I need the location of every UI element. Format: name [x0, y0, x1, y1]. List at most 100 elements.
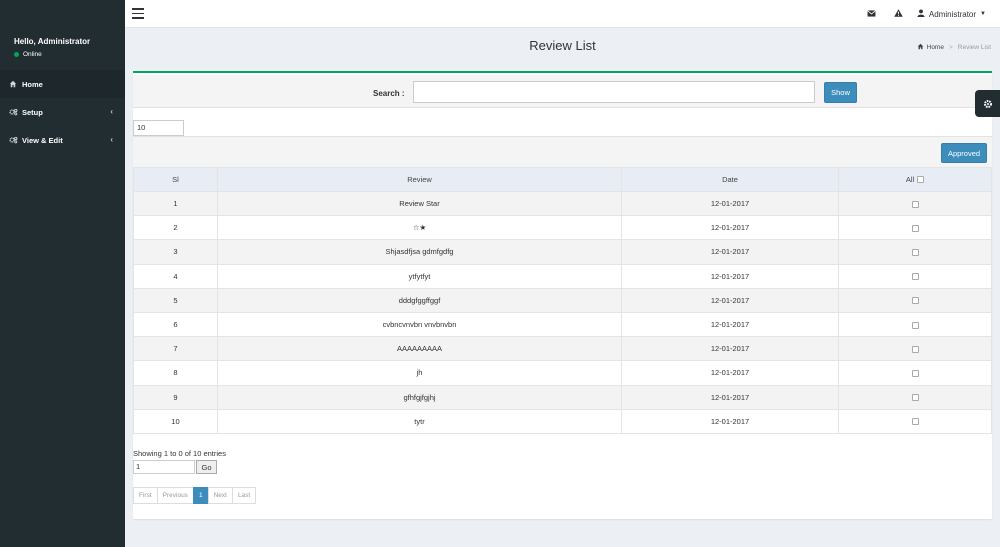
- cell-sl: 8: [133, 360, 218, 386]
- warning-icon[interactable]: [894, 9, 903, 19]
- cell-select: [838, 408, 992, 434]
- review-table: Sl Review Date All 1 Review Star 12-01-201…: [133, 167, 992, 434]
- table-row: 3 Shjasdfjsa gdmfgdfg 12-01-2017: [133, 239, 992, 265]
- cell-sl: 4: [133, 263, 218, 289]
- sidebar-item-setup[interactable]: Setup ‹: [0, 98, 125, 126]
- row-checkbox[interactable]: [911, 418, 919, 426]
- cell-sl: 9: [133, 384, 218, 410]
- cell-date: 12-01-2017: [621, 215, 839, 241]
- status-text: Online: [23, 51, 42, 58]
- cell-review: tytr: [217, 408, 622, 434]
- cell-date: 12-01-2017: [621, 287, 839, 313]
- user-name: Administrator: [928, 9, 977, 19]
- cell-sl: 5: [133, 287, 218, 313]
- home-icon: [8, 80, 18, 88]
- page-title: Review List: [529, 38, 596, 53]
- cell-review: Review Star: [217, 190, 622, 217]
- cogs-icon: [8, 108, 18, 116]
- search-input[interactable]: [413, 81, 815, 103]
- approved-button[interactable]: Approved: [941, 143, 987, 163]
- show-button[interactable]: Show: [824, 82, 857, 103]
- cell-sl: 7: [133, 336, 218, 362]
- page-size-input[interactable]: 10: [133, 120, 184, 136]
- cell-select: [838, 215, 992, 241]
- row-checkbox[interactable]: [911, 345, 919, 353]
- pager-next[interactable]: Next: [207, 487, 233, 504]
- cell-sl: 3: [133, 239, 218, 265]
- settings-gear-icon[interactable]: [975, 90, 1000, 117]
- cell-date: 12-01-2017: [621, 408, 839, 434]
- cell-review: ytfytfyt: [217, 263, 622, 289]
- cell-date: 12-01-2017: [621, 239, 839, 265]
- user-status: Online: [14, 51, 125, 58]
- user-menu[interactable]: Administrator ▼: [917, 9, 986, 19]
- row-checkbox[interactable]: [911, 224, 919, 232]
- user-icon: [917, 9, 925, 19]
- table-row: 2 ☆★ 12-01-2017: [133, 215, 992, 241]
- cell-date: 12-01-2017: [621, 360, 839, 386]
- column-all: All: [838, 167, 992, 192]
- cell-sl: 6: [133, 311, 218, 338]
- user-greeting: Hello, Administrator: [14, 37, 91, 46]
- table-row: 7 AAAAAAAAA 12-01-2017: [133, 336, 992, 362]
- envelope-icon[interactable]: [867, 9, 876, 19]
- go-button[interactable]: Go: [196, 460, 217, 474]
- cell-sl: 10: [133, 408, 218, 434]
- pager-last[interactable]: Last: [231, 487, 257, 504]
- content-header: Review List Home > Review List: [125, 28, 1000, 70]
- row-checkbox[interactable]: [911, 394, 919, 402]
- table-row: 9 gfhfgjfgjhj 12-01-2017: [133, 384, 992, 410]
- caret-down-icon: ▼: [980, 11, 986, 17]
- cell-date: 12-01-2017: [621, 336, 839, 362]
- sidebar-item-home[interactable]: Home: [0, 70, 125, 98]
- row-checkbox[interactable]: [911, 273, 919, 281]
- pagination: First Previous 1 Next Last: [133, 487, 257, 504]
- user-panel: Hello, Administrator Online: [0, 0, 125, 70]
- row-checkbox[interactable]: [911, 321, 919, 329]
- row-checkbox[interactable]: [911, 297, 919, 305]
- sidebar-item-label: Setup: [22, 107, 43, 117]
- table-row: 5 dddgfggffggf 12-01-2017: [133, 287, 992, 313]
- table-header-row: Sl Review Date All: [133, 167, 992, 192]
- row-checkbox[interactable]: [911, 200, 919, 208]
- cell-sl: 2: [133, 215, 218, 241]
- cell-select: [838, 190, 992, 217]
- chevron-left-icon: ‹: [110, 135, 113, 144]
- sidebar: Hello, Administrator Online Home Setup ‹…: [0, 0, 125, 547]
- search-label: Search :: [373, 89, 405, 98]
- cell-date: 12-01-2017: [621, 263, 839, 289]
- entries-summary: Showing 1 to 0 of 10 entries: [133, 449, 226, 458]
- review-list-box: Search : Show 10 Approved Sl Review Date…: [133, 71, 992, 519]
- cell-review: ☆★: [217, 215, 622, 241]
- goto-page-input[interactable]: 1: [133, 460, 195, 474]
- select-all-checkbox[interactable]: [917, 176, 925, 183]
- cell-select: [838, 239, 992, 265]
- sidebar-item-label: View & Edit: [22, 135, 63, 145]
- table-row: 4 ytfytfyt 12-01-2017: [133, 263, 992, 289]
- cell-date: 12-01-2017: [621, 190, 839, 217]
- search-bar: Search : Show: [133, 75, 992, 108]
- cell-review: Shjasdfjsa gdmfgdfg: [217, 239, 622, 265]
- cell-review: dddgfggffggf: [217, 287, 622, 313]
- breadcrumb-home-link[interactable]: Home: [927, 44, 944, 51]
- pager-first[interactable]: First: [133, 487, 158, 504]
- hamburger-menu-icon[interactable]: [132, 8, 144, 19]
- cogs-icon: [8, 136, 18, 144]
- online-dot-icon: [14, 52, 19, 57]
- row-checkbox[interactable]: [911, 369, 919, 377]
- row-checkbox[interactable]: [911, 248, 919, 256]
- cell-review: AAAAAAAAA: [217, 336, 622, 362]
- cell-select: [838, 287, 992, 313]
- column-sl: Sl: [133, 167, 218, 192]
- pager-previous[interactable]: Previous: [156, 487, 194, 504]
- breadcrumb-current: Review List: [957, 44, 991, 51]
- sidebar-item-view-edit[interactable]: View & Edit ‹: [0, 126, 125, 154]
- cell-select: [838, 311, 992, 338]
- cell-select: [838, 360, 992, 386]
- table-row: 10 tytr 12-01-2017: [133, 408, 992, 434]
- cell-review: cvbncvnvbn vnvbnvbn: [217, 311, 622, 338]
- pager-current-page[interactable]: 1: [192, 487, 209, 504]
- all-label: All: [905, 175, 915, 184]
- column-date: Date: [621, 167, 839, 192]
- breadcrumb: Home > Review List: [917, 43, 991, 52]
